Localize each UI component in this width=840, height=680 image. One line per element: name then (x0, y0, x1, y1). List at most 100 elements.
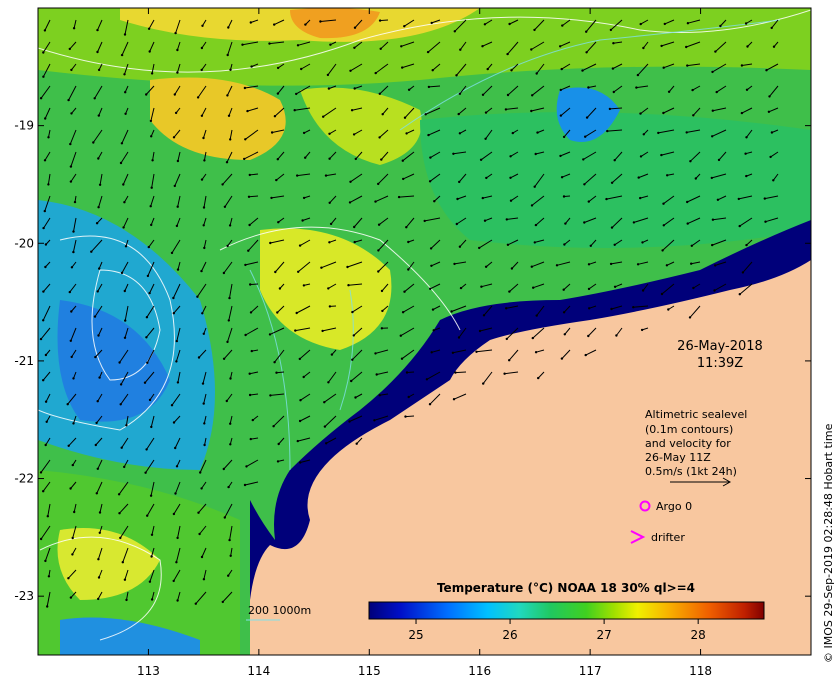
velocity-arrowhead (200, 269, 203, 273)
velocity-arrowhead (380, 327, 384, 330)
velocity-arrowhead (685, 131, 688, 134)
velocity-arrowhead (457, 112, 460, 116)
velocity-arrowhead (42, 490, 45, 493)
velocity-arrowhead (123, 201, 126, 204)
velocity-arrowhead (39, 97, 43, 100)
velocity-arrowhead (95, 421, 98, 425)
velocity-arrowhead (120, 53, 124, 57)
velocity-arrowhead (711, 243, 714, 247)
velocity-arrowhead (229, 138, 232, 141)
velocity-arrowhead (243, 157, 246, 161)
velocity-arrowhead (404, 415, 407, 418)
colorbar-tick-label: 25 (408, 628, 423, 642)
velocity-arrowhead (202, 224, 205, 227)
velocity-arrowhead (349, 180, 352, 183)
velocity-arrowhead (530, 48, 533, 51)
velocity-arrowhead (746, 45, 749, 48)
velocity-arrowhead (97, 334, 100, 337)
velocity-arrowhead (96, 400, 99, 403)
velocity-arrowhead (351, 310, 354, 314)
velocity-arrowhead (377, 249, 380, 252)
velocity-arrowhead (535, 72, 538, 75)
velocity-arrowhead (170, 251, 174, 255)
velocity-arrowhead (227, 485, 230, 489)
velocity-arrowhead (642, 133, 645, 136)
velocity-arrowhead (327, 287, 330, 290)
velocity-arrowhead (172, 512, 176, 516)
velocity-arrowhead (737, 197, 740, 201)
velocity-arrowhead (475, 350, 478, 353)
velocity-arrowhead (562, 135, 566, 139)
velocity-arrowhead (453, 262, 456, 266)
velocity-arrowhead (194, 602, 197, 605)
velocity-arrowhead (378, 19, 382, 22)
velocity-arrowhead (509, 199, 513, 202)
velocity-arrowhead (430, 264, 433, 267)
velocity-arrowhead (351, 358, 354, 361)
velocity-arrowhead (505, 307, 508, 310)
velocity-arrow (405, 415, 415, 418)
velocity-arrowhead (639, 155, 643, 158)
velocity-arrowhead (148, 291, 151, 295)
velocity-arrowhead (203, 159, 206, 162)
velocity-arrowhead (68, 290, 72, 294)
velocity-arrowhead (227, 574, 230, 577)
velocity-arrowhead (741, 271, 745, 274)
velocity-arrowhead (555, 264, 559, 267)
velocity-arrowhead (44, 265, 47, 269)
velocity-arrowhead (585, 51, 588, 54)
velocity-arrowhead (563, 333, 566, 336)
velocity-arrowhead (72, 377, 75, 380)
x-tick-label: 117 (579, 664, 602, 678)
y-tick-label: -21 (14, 354, 34, 368)
velocity-arrowhead (172, 421, 176, 424)
velocity-arrowhead (69, 180, 73, 183)
velocity-arrowhead (612, 90, 615, 94)
velocity-arrowhead (96, 467, 100, 470)
velocity-arrowhead (146, 274, 150, 278)
velocity-arrowhead (585, 116, 589, 119)
velocity-arrowhead (149, 119, 153, 123)
velocity-arrowhead (170, 404, 174, 407)
velocity-arrowhead (559, 154, 562, 158)
velocity-arrowhead (453, 30, 456, 33)
velocity-arrowhead (641, 289, 645, 292)
velocity-arrowhead (39, 337, 43, 341)
velocity-arrowhead (276, 460, 280, 463)
velocity-arrowhead (123, 578, 127, 581)
velocity-arrowhead (66, 403, 69, 406)
velocity-arrowhead (657, 131, 660, 135)
velocity-arrowhead (223, 516, 226, 519)
velocity-arrowhead (610, 226, 614, 229)
velocity-arrowhead (149, 494, 153, 497)
velocity-arrowhead (96, 28, 99, 32)
velocity-arrowhead (43, 29, 47, 32)
velocity-arrowhead (719, 24, 722, 28)
velocity-arrowhead (321, 329, 324, 333)
velocity-arrowhead (327, 381, 330, 384)
velocity-arrowhead (745, 136, 748, 139)
velocity-arrowhead (531, 94, 534, 97)
velocity-arrowhead (125, 424, 128, 427)
drifter-label: drifter (651, 531, 685, 544)
image-date: 26-May-2018 (677, 339, 763, 354)
velocity-arrowhead (150, 555, 153, 558)
velocity-arrowhead (203, 246, 206, 250)
velocity-arrowhead (534, 351, 538, 354)
velocity-arrowhead (353, 87, 356, 90)
velocity-arrowhead (227, 26, 230, 29)
velocity-arrowhead (690, 262, 693, 265)
velocity-arrowhead (378, 92, 381, 96)
velocity-arrowhead (347, 284, 350, 287)
velocity-arrowhead (374, 71, 377, 75)
velocity-arrowhead (534, 223, 538, 227)
velocity-arrowhead (44, 353, 48, 357)
velocity-arrowhead (457, 336, 461, 339)
velocity-arrowhead (72, 250, 75, 254)
velocity-arrowhead (241, 43, 244, 46)
velocity-arrowhead (119, 403, 122, 406)
velocity-arrowhead (222, 357, 226, 360)
velocity-arrowhead (150, 425, 153, 429)
velocity-arrowhead (639, 112, 642, 115)
velocity-arrowhead (636, 73, 640, 77)
